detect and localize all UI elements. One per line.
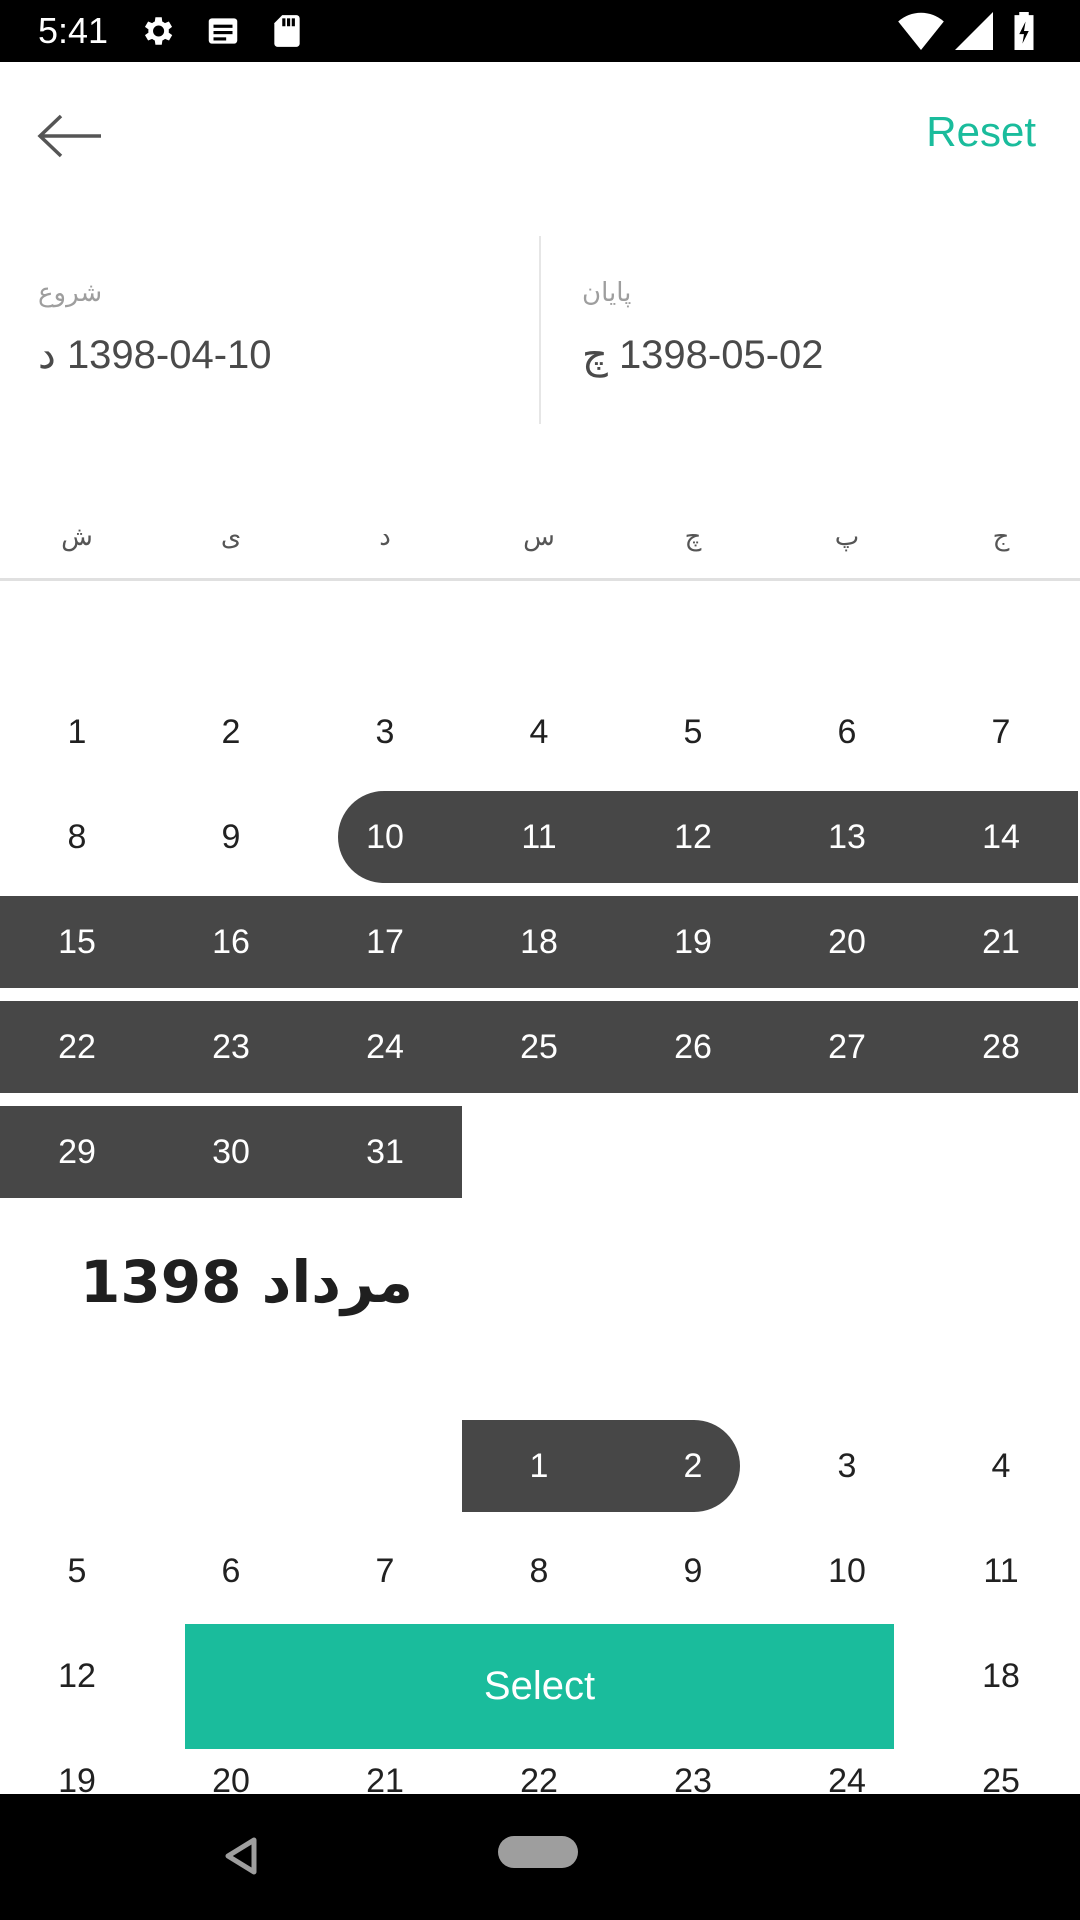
day-cell[interactable]: 3 xyxy=(770,1420,924,1512)
range-divider xyxy=(539,236,541,424)
range-end[interactable]: پایان 1398-05-02 چ xyxy=(582,236,1080,426)
weekday-label: س xyxy=(523,522,555,552)
notes-icon xyxy=(208,18,238,44)
day-cell-selected[interactable]: 15 xyxy=(0,896,154,988)
day-cell-selected[interactable]: 17 xyxy=(308,896,462,988)
day-cell[interactable]: 10 xyxy=(770,1525,924,1617)
day-cell-selected[interactable]: 23 xyxy=(154,1001,308,1093)
day-cell-selected[interactable]: 12 xyxy=(616,791,770,883)
nav-back-icon[interactable] xyxy=(222,1836,262,1876)
navigation-bar xyxy=(0,1794,1080,1920)
day-cell-selected[interactable]: 13 xyxy=(770,791,924,883)
arrow-back-icon xyxy=(37,114,101,158)
day-cell[interactable]: 11 xyxy=(924,1525,1078,1617)
day-cell-selected[interactable]: 26 xyxy=(616,1001,770,1093)
day-cell[interactable]: 6 xyxy=(770,686,924,778)
day-cell-selected[interactable]: 16 xyxy=(154,896,308,988)
day-cell[interactable]: 4 xyxy=(924,1420,1078,1512)
sd-card-icon xyxy=(274,15,300,47)
day-cell[interactable]: 3 xyxy=(308,686,462,778)
day-cell-selected[interactable]: 24 xyxy=(308,1001,462,1093)
day-cell-selected[interactable]: 14 xyxy=(924,791,1078,883)
day-cell-selected[interactable]: 11 xyxy=(462,791,616,883)
day-cell[interactable]: 6 xyxy=(154,1525,308,1617)
day-cell[interactable]: 7 xyxy=(308,1525,462,1617)
settings-icon xyxy=(144,17,173,45)
day-cell-selected[interactable]: 27 xyxy=(770,1001,924,1093)
signal-icon xyxy=(955,12,993,50)
end-date: 1398-05-02 چ xyxy=(582,333,824,377)
day-cell-selected[interactable]: 25 xyxy=(462,1001,616,1093)
day-cell-selected[interactable]: 29 xyxy=(0,1106,154,1198)
day-cell[interactable]: 18 xyxy=(924,1630,1078,1722)
day-cell-selected[interactable]: 2 xyxy=(616,1420,770,1512)
select-button[interactable]: Select xyxy=(185,1624,894,1749)
weekday-label: د xyxy=(379,522,391,552)
day-cell[interactable]: 2 xyxy=(154,686,308,778)
weekday-label: ج xyxy=(992,522,1010,552)
month-title: مرداد 1398 xyxy=(80,1248,414,1316)
day-cell-selected[interactable]: 22 xyxy=(0,1001,154,1093)
status-time: 5:41 xyxy=(38,10,109,51)
day-cell-selected[interactable]: 19 xyxy=(616,896,770,988)
day-cell-selected[interactable]: 30 xyxy=(154,1106,308,1198)
day-cell-selected[interactable]: 21 xyxy=(924,896,1078,988)
day-cell[interactable]: 4 xyxy=(462,686,616,778)
day-cell[interactable]: 5 xyxy=(0,1525,154,1617)
weekday-label: ش xyxy=(61,522,93,552)
day-cell[interactable]: 1 xyxy=(0,686,154,778)
app-bar: Reset xyxy=(0,62,1080,212)
nav-home-pill[interactable] xyxy=(498,1836,578,1868)
battery-icon xyxy=(1014,12,1034,50)
date-range: شروع 1398-04-10 د پایان 1398-05-02 چ xyxy=(0,236,1080,426)
day-cell[interactable]: 12 xyxy=(0,1630,154,1722)
day-cell-selected[interactable]: 1 xyxy=(462,1420,616,1512)
day-cell[interactable]: 7 xyxy=(924,686,1078,778)
reset-button[interactable]: Reset xyxy=(926,108,1036,156)
day-cell[interactable]: 5 xyxy=(616,686,770,778)
wifi-icon xyxy=(898,12,944,50)
day-cell[interactable]: 8 xyxy=(0,791,154,883)
day-cell-selected[interactable]: 18 xyxy=(462,896,616,988)
weekday-label: پ xyxy=(834,522,860,552)
day-cell-selected[interactable]: 10 xyxy=(308,791,462,883)
back-button[interactable] xyxy=(30,106,110,166)
day-cell[interactable]: 9 xyxy=(154,791,308,883)
range-start[interactable]: شروع 1398-04-10 د xyxy=(38,236,538,426)
end-label: پایان xyxy=(582,278,632,308)
weekday-divider xyxy=(0,578,1080,581)
day-cell[interactable]: 9 xyxy=(616,1525,770,1617)
start-date: 1398-04-10 د xyxy=(38,333,272,377)
weekday-label: چ xyxy=(684,522,702,552)
day-cell-selected[interactable]: 20 xyxy=(770,896,924,988)
day-cell-selected[interactable]: 31 xyxy=(308,1106,462,1198)
day-cell-selected[interactable]: 28 xyxy=(924,1001,1078,1093)
day-cell[interactable]: 8 xyxy=(462,1525,616,1617)
status-bar: 5:41 xyxy=(0,0,1080,62)
start-label: شروع xyxy=(38,278,103,308)
weekday-label: ی xyxy=(220,522,242,552)
